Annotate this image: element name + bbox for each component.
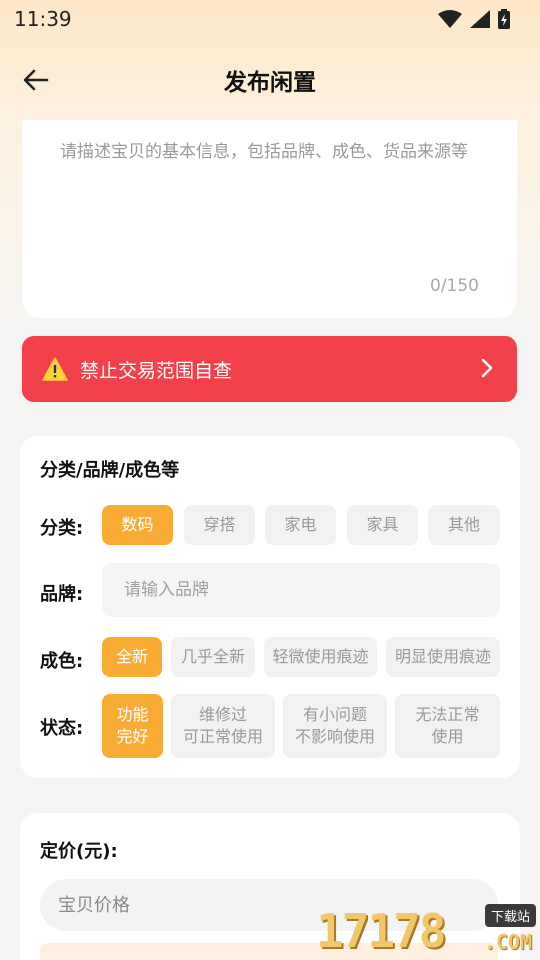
category-chip-other[interactable]: 其他	[428, 505, 500, 545]
state-label: 状态:	[40, 718, 84, 739]
state-chip-line: 可正常使用	[182, 727, 263, 746]
wifi-icon	[438, 10, 462, 28]
price-title: 定价(元):	[40, 841, 118, 862]
category-chip-appliances[interactable]: 家电	[265, 505, 336, 545]
state-chip-line: 无法正常	[415, 705, 480, 724]
brand-field[interactable]	[102, 563, 500, 617]
watermark-suffix: .COM	[483, 930, 532, 954]
battery-icon	[498, 9, 510, 29]
state-chip-line: 使用	[431, 727, 464, 746]
status-bar: 11:39	[0, 0, 540, 38]
category-chip-furniture[interactable]: 家具	[347, 505, 418, 545]
condition-chip-light-wear[interactable]: 轻微使用痕迹	[264, 637, 377, 677]
brand-input[interactable]	[124, 580, 500, 600]
arrow-left-icon	[23, 69, 49, 91]
watermark-logo: 17178 下载站 .COM	[316, 900, 540, 960]
page-title: 发布闲置	[224, 70, 316, 96]
header: 发布闲置	[0, 48, 540, 112]
condition-chip-visible-wear[interactable]: 明显使用痕迹	[386, 637, 500, 677]
state-chip-broken[interactable]: 无法正常 使用	[395, 694, 500, 758]
prohibited-items-banner[interactable]: 禁止交易范围自查	[22, 336, 517, 402]
back-button[interactable]	[22, 66, 50, 94]
description-textarea[interactable]: 请描述宝贝的基本信息，包括品牌、成色、货品来源等	[60, 138, 500, 167]
state-chip-line: 功能	[116, 705, 149, 724]
char-counter: 0/150	[430, 276, 479, 296]
status-icons	[438, 9, 510, 29]
state-chip-line: 有小问题	[302, 705, 367, 724]
watermark-number: 17178	[316, 904, 446, 958]
section-title: 分类/品牌/成色等	[40, 460, 180, 481]
state-chip-minor-issues[interactable]: 有小问题 不影响使用	[283, 694, 387, 758]
condition-chip-like-new[interactable]: 几乎全新	[171, 637, 255, 677]
category-card: 分类/品牌/成色等 分类: 数码 穿搭 家电 家具 其他 品牌: 成色: 全新 …	[20, 436, 520, 778]
state-chip-line: 不影响使用	[294, 727, 375, 746]
state-chip-line: 完好	[116, 727, 149, 746]
description-card: 请描述宝贝的基本信息，包括品牌、成色、货品来源等 0/150	[22, 120, 517, 318]
condition-chip-new[interactable]: 全新	[102, 637, 162, 677]
brand-label: 品牌:	[40, 584, 84, 605]
state-chip-repaired[interactable]: 维修过 可正常使用	[171, 694, 275, 758]
category-chip-digital[interactable]: 数码	[102, 505, 173, 545]
warning-icon	[42, 357, 68, 381]
chevron-right-icon	[481, 358, 493, 378]
category-chip-clothing[interactable]: 穿搭	[184, 505, 255, 545]
state-chip-working[interactable]: 功能 完好	[102, 694, 163, 758]
signal-icon	[470, 10, 490, 28]
status-time: 11:39	[14, 7, 72, 31]
condition-label: 成色:	[40, 651, 84, 672]
category-label: 分类:	[40, 518, 84, 539]
watermark-badge: 下载站	[484, 904, 536, 927]
banner-label: 禁止交易范围自查	[80, 359, 233, 382]
state-chip-line: 维修过	[198, 705, 247, 724]
